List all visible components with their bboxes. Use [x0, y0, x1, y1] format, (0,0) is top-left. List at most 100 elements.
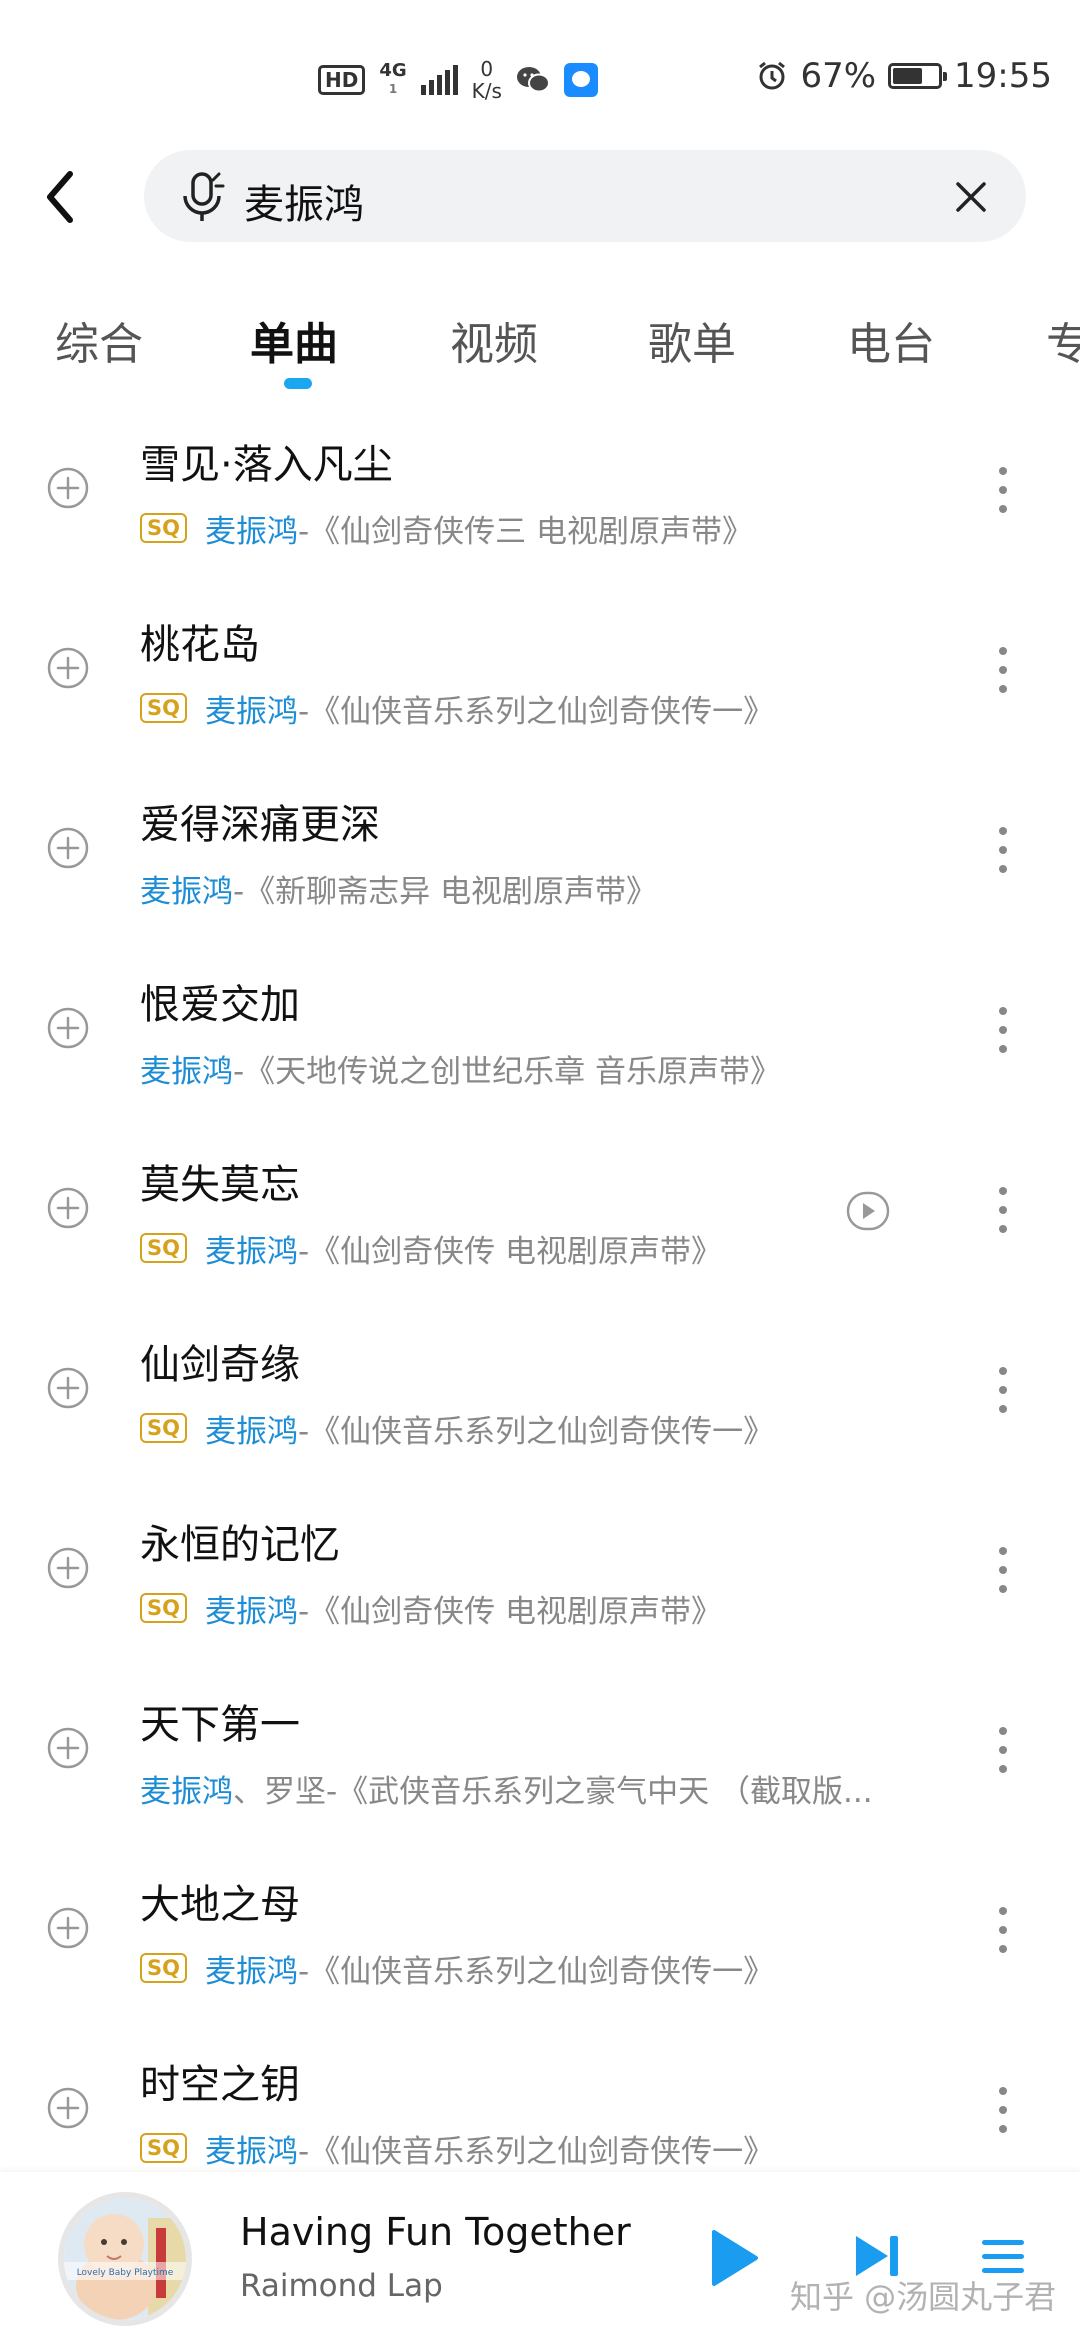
tab-overview[interactable]: 综合 — [55, 308, 143, 372]
song-artist-link[interactable]: 麦振鸿 — [205, 1948, 298, 1989]
song-row[interactable]: 永恒的记忆 SQ 麦振鸿 -《仙剑奇侠传 电视剧原声带》 — [0, 1502, 1080, 1682]
sq-badge: SQ — [140, 693, 187, 723]
song-artist-link[interactable]: 麦振鸿 — [205, 2128, 298, 2169]
song-artist-link[interactable]: 麦振鸿 — [205, 1408, 298, 1449]
chevron-left-icon[interactable] — [40, 162, 84, 232]
plus-circle-icon[interactable] — [46, 1906, 90, 1950]
song-row[interactable]: 天下第一麦振鸿 、罗坚 -《武侠音乐系列之豪气中天 （截取版... — [0, 1682, 1080, 1862]
more-vertical-icon[interactable] — [996, 824, 1010, 876]
song-artist-link[interactable]: 麦振鸿 — [140, 868, 233, 909]
song-row[interactable]: 爱得深痛更深 麦振鸿 -《新聊斋志异 电视剧原声带》 — [0, 782, 1080, 962]
song-title[interactable]: 大地之母 — [140, 1872, 300, 1930]
tab-playlists[interactable]: 歌单 — [648, 308, 736, 372]
song-title[interactable]: 仙剑奇缘 — [140, 1332, 300, 1390]
song-row[interactable]: 仙剑奇缘 SQ 麦振鸿 -《仙侠音乐系列之仙剑奇侠传一》 — [0, 1322, 1080, 1502]
song-title[interactable]: 桃花岛 — [140, 612, 260, 670]
more-vertical-icon[interactable] — [996, 2084, 1010, 2136]
now-playing-artist[interactable]: Raimond Lap — [240, 2268, 443, 2304]
sq-badge: SQ — [140, 513, 187, 543]
song-album: -《仙剑奇侠传三 电视剧原声带》 — [297, 513, 754, 549]
status-bar: HD 4G 1 0 K/s 67% 19:55 — [0, 0, 1080, 150]
plus-circle-icon[interactable] — [46, 1726, 90, 1770]
song-meta: SQ 麦振鸿 -《仙侠音乐系列之仙剑奇侠传一》 — [140, 688, 774, 728]
tab-albums[interactable]: 专 — [1046, 308, 1080, 372]
wechat-icon — [516, 67, 550, 93]
now-playing-title[interactable]: Having Fun Together — [240, 2210, 631, 2254]
search-input[interactable]: 麦振鸿 — [244, 172, 364, 230]
more-vertical-icon[interactable] — [996, 464, 1010, 516]
mini-player[interactable]: Lovely Baby Playtime Having Fun Together… — [0, 2172, 1080, 2340]
song-album: -《仙剑奇侠传 电视剧原声带》 — [297, 1593, 723, 1629]
net-speed-unit: K/s — [471, 79, 502, 103]
album-cover[interactable]: Lovely Baby Playtime — [58, 2192, 192, 2326]
song-title[interactable]: 天下第一 — [140, 1692, 300, 1750]
tab-radio[interactable]: 电台 — [847, 308, 935, 372]
song-artist-link[interactable]: 麦振鸿 — [140, 1768, 233, 1809]
song-meta: SQ 麦振鸿 -《仙剑奇侠传 电视剧原声带》 — [140, 1228, 722, 1268]
plus-circle-icon[interactable] — [46, 1006, 90, 1050]
sq-badge: SQ — [140, 1233, 187, 1263]
song-meta: SQ 麦振鸿 -《仙剑奇侠传三 电视剧原声带》 — [140, 508, 753, 548]
more-vertical-icon[interactable] — [996, 1364, 1010, 1416]
song-album: -《仙侠音乐系列之仙剑奇侠传一》 — [297, 2133, 775, 2169]
search-box[interactable]: 麦振鸿 — [144, 150, 1026, 242]
sq-badge: SQ — [140, 1593, 187, 1623]
song-row[interactable]: 莫失莫忘 SQ 麦振鸿 -《仙剑奇侠传 电视剧原声带》 — [0, 1142, 1080, 1322]
song-meta: SQ 麦振鸿 -《仙侠音乐系列之仙剑奇侠传一》 — [140, 2128, 774, 2168]
song-row[interactable]: 恨爱交加麦振鸿 -《天地传说之创世纪乐章 音乐原声带》 — [0, 962, 1080, 1142]
song-title[interactable]: 时空之钥 — [140, 2052, 300, 2110]
plus-circle-icon[interactable] — [46, 1366, 90, 1410]
song-row[interactable]: 雪见·落入凡尘 SQ 麦振鸿 -《仙剑奇侠传三 电视剧原声带》 — [0, 422, 1080, 602]
close-icon[interactable] — [952, 178, 990, 216]
sq-badge: SQ — [140, 1953, 187, 1983]
cover-caption: Lovely Baby Playtime — [77, 2268, 174, 2278]
song-title[interactable]: 爱得深痛更深 — [140, 792, 380, 850]
tab-active-indicator — [284, 378, 312, 389]
song-album: -《武侠音乐系列之豪气中天 （截取版... — [326, 1773, 873, 1809]
song-album: -《天地传说之创世纪乐章 音乐原声带》 — [233, 1053, 782, 1089]
play-circle-icon[interactable] — [845, 1190, 891, 1232]
song-artist-link[interactable]: 麦振鸿 — [205, 508, 298, 549]
more-vertical-icon[interactable] — [996, 1004, 1010, 1056]
song-artist-link[interactable]: 麦振鸿 — [140, 1048, 233, 1089]
mic-icon[interactable] — [178, 170, 228, 224]
category-tabs: 综合 单曲 视频 歌单 电台 专 — [0, 300, 1080, 400]
plus-circle-icon[interactable] — [46, 466, 90, 510]
song-title[interactable]: 雪见·落入凡尘 — [140, 432, 393, 490]
app-notification-icon — [563, 63, 598, 97]
song-title[interactable]: 恨爱交加 — [140, 972, 300, 1030]
plus-circle-icon[interactable] — [46, 646, 90, 690]
song-artist-link[interactable]: 麦振鸿 — [205, 1588, 298, 1629]
more-vertical-icon[interactable] — [996, 1184, 1010, 1236]
watermark: 知乎 @汤圆丸子君 — [790, 2278, 1057, 2316]
more-vertical-icon[interactable] — [996, 1904, 1010, 1956]
network-indicator: 4G 1 — [379, 62, 406, 98]
network-type: 4G — [379, 60, 407, 81]
song-row[interactable]: 大地之母 SQ 麦振鸿 -《仙侠音乐系列之仙剑奇侠传一》 — [0, 1862, 1080, 2042]
song-row[interactable]: 桃花岛 SQ 麦振鸿 -《仙侠音乐系列之仙剑奇侠传一》 — [0, 602, 1080, 782]
status-left: HD 4G 1 0 K/s — [318, 58, 598, 102]
song-album: -《仙侠音乐系列之仙剑奇侠传一》 — [297, 1953, 775, 1989]
song-meta: SQ 麦振鸿 -《仙侠音乐系列之仙剑奇侠传一》 — [140, 1408, 774, 1448]
net-speed-value: 0 — [480, 57, 494, 81]
song-meta: 麦振鸿 -《天地传说之创世纪乐章 音乐原声带》 — [140, 1048, 782, 1089]
song-artist-link[interactable]: 麦振鸿 — [205, 688, 298, 729]
plus-circle-icon[interactable] — [46, 1546, 90, 1590]
battery-icon — [888, 63, 948, 89]
song-meta: SQ 麦振鸿 -《仙剑奇侠传 电视剧原声带》 — [140, 1588, 722, 1628]
more-vertical-icon[interactable] — [996, 1724, 1010, 1776]
more-vertical-icon[interactable] — [996, 1544, 1010, 1596]
plus-circle-icon[interactable] — [46, 1186, 90, 1230]
song-title[interactable]: 永恒的记忆 — [140, 1512, 340, 1570]
song-album: -《仙剑奇侠传 电视剧原声带》 — [297, 1233, 723, 1269]
song-other-artists[interactable]: 、罗坚 — [233, 1768, 326, 1809]
tab-videos[interactable]: 视频 — [450, 308, 538, 372]
more-vertical-icon[interactable] — [996, 644, 1010, 696]
plus-circle-icon[interactable] — [46, 826, 90, 870]
play-icon[interactable] — [708, 2228, 760, 2288]
song-title[interactable]: 莫失莫忘 — [140, 1152, 300, 1210]
tab-songs[interactable]: 单曲 — [250, 308, 338, 372]
hd-badge: HD — [318, 65, 366, 95]
plus-circle-icon[interactable] — [46, 2086, 90, 2130]
song-artist-link[interactable]: 麦振鸿 — [205, 1228, 298, 1269]
